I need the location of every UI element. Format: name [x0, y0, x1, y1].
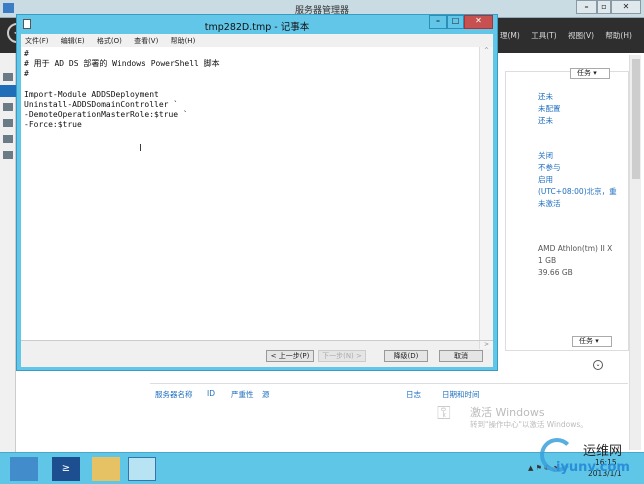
previous-button[interactable]: < 上一步(P) [266, 350, 314, 362]
prop-link[interactable]: 不参与 [538, 162, 561, 173]
file-services-icon[interactable] [3, 151, 13, 159]
menu-tools[interactable]: 工具(T) [531, 31, 556, 40]
cancel-button[interactable]: 取消 [439, 350, 483, 362]
server-manager-taskbar-icon[interactable] [10, 457, 38, 481]
tasks-label: 任务 [577, 69, 591, 77]
vertical-scrollbar[interactable] [629, 55, 641, 450]
notepad-titlebar: tmp282D.tmp - 记事本 – □ ✕ [17, 15, 497, 33]
watermark-subtitle: 转到"操作中心"以激活 Windows。 [470, 420, 588, 429]
text-cursor-icon: I [139, 143, 142, 154]
tasks-dropdown[interactable]: 任务 ▾ [570, 68, 610, 79]
menu-manage[interactable]: 理(M) [500, 31, 520, 40]
memory-value: 1 GB [538, 256, 557, 265]
divider [150, 383, 628, 384]
prop-link[interactable]: 关闭 [538, 150, 553, 161]
notepad-menubar: 文件(F) 编辑(E) 格式(O) 查看(V) 帮助(H) [21, 34, 493, 47]
adds-icon[interactable] [3, 119, 13, 127]
minimize-button[interactable]: – [576, 0, 597, 14]
notepad-title: tmp282D.tmp - 记事本 [204, 22, 310, 33]
watermark-title: 激活 Windows [470, 406, 545, 419]
prop-link[interactable]: 未配置 [538, 103, 561, 114]
menu-view[interactable]: 查看(V) [134, 37, 158, 45]
properties-box [505, 71, 629, 351]
col-server-name[interactable]: 服务器名称 [155, 389, 193, 400]
menu-edit[interactable]: 编辑(E) [61, 37, 85, 45]
processor-value: AMD Athlon(tm) II X [538, 244, 613, 253]
minimize-button[interactable]: – [429, 15, 447, 29]
menu-file[interactable]: 文件(F) [25, 37, 49, 45]
menu-format[interactable]: 格式(O) [97, 37, 122, 45]
site-logo-text: 运维网 [583, 444, 623, 459]
next-button[interactable]: 下一步(N) > [318, 350, 366, 362]
maximize-button[interactable]: □ [447, 15, 464, 29]
local-server-item[interactable] [0, 85, 16, 97]
wizard-button-bar: > < 上一步(P) 下一步(N) > 降级(D) 取消 [21, 340, 493, 367]
server-manager-menu: 理(M) 工具(T) 视图(V) 帮助(H) [500, 30, 641, 41]
dashboard-icon[interactable] [3, 73, 13, 81]
col-id[interactable]: ID [207, 389, 215, 398]
prop-link[interactable]: 还未 [538, 115, 553, 126]
tasks-label: 任务 [579, 337, 593, 345]
prop-link[interactable]: 未激活 [538, 198, 561, 209]
close-button[interactable]: ✕ [611, 0, 641, 14]
disk-value: 39.66 GB [538, 268, 573, 277]
notepad-taskbar-icon[interactable] [128, 457, 156, 481]
col-severity[interactable]: 严重性 [231, 389, 254, 400]
restore-button[interactable]: ▫ [597, 0, 611, 14]
menu-help[interactable]: 帮助(H) [605, 31, 632, 40]
powershell-icon[interactable]: ≥ [52, 457, 80, 481]
dns-icon[interactable] [3, 135, 13, 143]
close-button[interactable]: ✕ [464, 15, 493, 29]
site-logo-url: iyunv.com [556, 460, 630, 475]
prop-link[interactable]: (UTC+08:00)北京，重 [538, 186, 628, 197]
col-log[interactable]: 日志 [406, 389, 421, 400]
menu-view[interactable]: 视图(V) [568, 31, 594, 40]
notepad-window: tmp282D.tmp - 记事本 – □ ✕ 文件(F) 编辑(E) 格式(O… [16, 14, 498, 371]
scroll-thumb[interactable] [632, 59, 640, 179]
all-servers-icon[interactable] [3, 103, 13, 111]
events-tasks-dropdown[interactable]: 任务 ▾ [572, 336, 612, 347]
prop-link[interactable]: 启用 [538, 174, 553, 185]
key-icon: ⚿ [437, 403, 451, 424]
notepad-text-area[interactable]: # # 用于 AD DS 部署的 Windows PowerShell 脚本 #… [21, 47, 493, 340]
notepad-vertical-scrollbar[interactable]: ^ [479, 47, 493, 340]
left-nav [0, 53, 16, 452]
demote-button[interactable]: 降级(D) [384, 350, 428, 362]
col-source[interactable]: 源 [262, 389, 270, 400]
col-datetime[interactable]: 日期和时间 [442, 389, 480, 400]
expand-icon[interactable]: ⌄ [593, 360, 603, 370]
explorer-icon[interactable] [92, 457, 120, 481]
menu-help[interactable]: 帮助(H) [171, 37, 196, 45]
prop-link[interactable]: 还未 [538, 91, 553, 102]
